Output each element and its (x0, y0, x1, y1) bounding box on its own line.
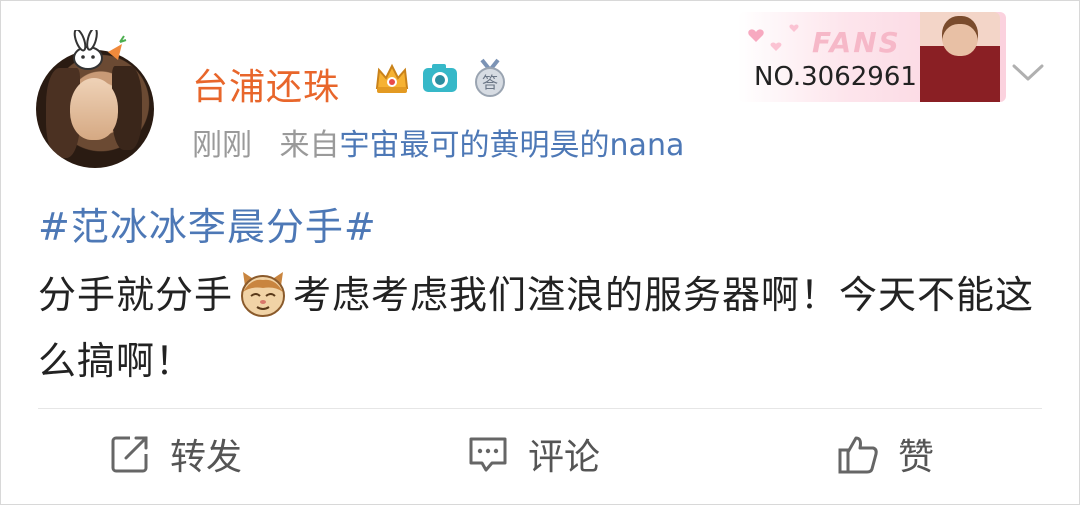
source-link[interactable]: 宇宙最可的黄明昊的nana (340, 128, 685, 163)
camera-badge-icon[interactable] (420, 58, 460, 98)
like-label: 赞 (898, 437, 935, 478)
repost-button[interactable]: 转发 (108, 428, 242, 480)
fans-title: FANS (812, 26, 901, 59)
comment-icon (469, 437, 507, 472)
chevron-down-icon[interactable] (1010, 60, 1046, 84)
crown-badge-icon[interactable] (372, 58, 412, 98)
comment-button[interactable]: 评论 (466, 428, 600, 480)
user-avatar[interactable] (36, 30, 154, 168)
post-meta: 刚刚 来自宇宙最可的黄明昊的nana (192, 120, 684, 164)
answer-medal-icon[interactable]: 答 (470, 58, 510, 98)
thumbs-up-icon (838, 436, 878, 474)
source-prefix: 来自 (279, 128, 340, 163)
repost-label: 转发 (170, 437, 243, 478)
comment-label: 评论 (528, 437, 601, 478)
like-button[interactable]: 赞 (836, 428, 934, 480)
topic-hashtag[interactable]: #范冰冰李晨分手# (38, 196, 377, 251)
hearts-decoration-icon (748, 24, 799, 51)
username[interactable]: 台浦还珠 (192, 58, 340, 110)
post-time: 刚刚 (192, 128, 252, 163)
post-text: 分手就分手 考虑考虑我们渣浪的服务器啊！今天不能这么搞啊！ (38, 262, 1038, 394)
post-text-part1: 分手就分手 (38, 273, 234, 317)
svg-text:答: 答 (482, 73, 498, 92)
divider (38, 408, 1042, 409)
repost-icon (111, 436, 148, 473)
cat-emoji-icon (241, 272, 286, 317)
bunny-decoration-icon (73, 30, 127, 70)
idol-photo (920, 12, 1000, 102)
fans-number: NO.3062961 (754, 62, 917, 92)
fans-badge-card[interactable]: FANS NO.3062961 (738, 12, 1006, 102)
